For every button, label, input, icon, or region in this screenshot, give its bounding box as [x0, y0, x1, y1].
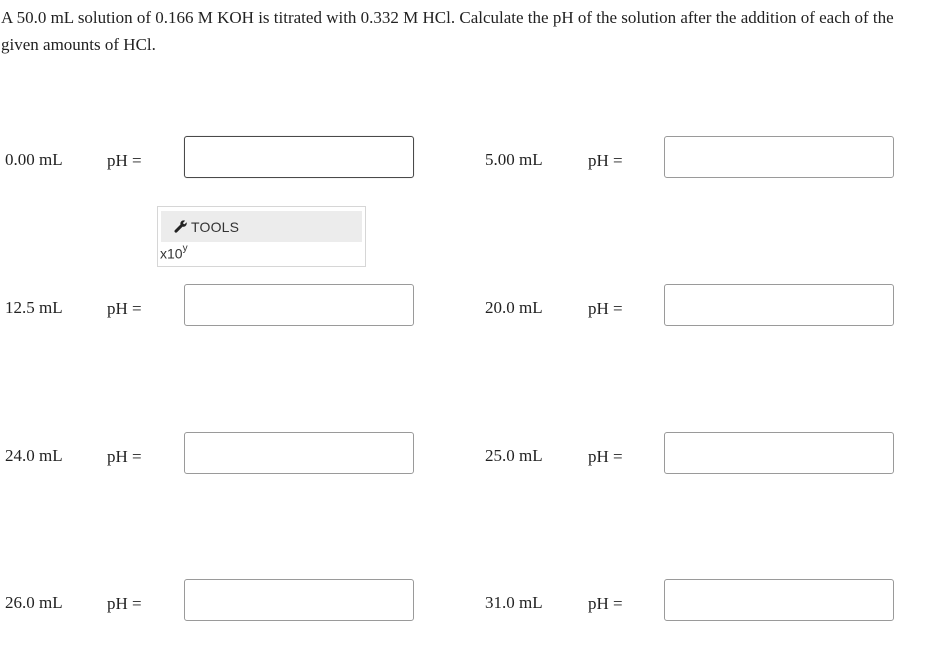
- volume-label: 24.0 mL: [5, 446, 63, 465]
- volume-label: 31.0 mL: [485, 593, 543, 612]
- ph-label: pH =: [588, 447, 623, 466]
- ph-input-24.0-ml[interactable]: [184, 432, 414, 474]
- ph-label: pH =: [588, 299, 623, 318]
- ph-input-31.0-ml[interactable]: [664, 579, 894, 621]
- tools-label: TOOLS: [191, 218, 240, 235]
- ph-input-5.00-ml[interactable]: [664, 136, 894, 178]
- volume-label: 25.0 mL: [485, 446, 543, 465]
- ph-input-0.00-ml[interactable]: [184, 136, 414, 178]
- volume-label: 0.00 mL: [5, 150, 63, 169]
- tools-button[interactable]: TOOLS: [161, 211, 362, 242]
- ph-input-12.5-ml[interactable]: [184, 284, 414, 326]
- ph-label: pH =: [107, 447, 142, 466]
- tools-panel: TOOLS x10y: [157, 206, 366, 267]
- volume-label: 26.0 mL: [5, 593, 63, 612]
- ph-label: pH =: [107, 299, 142, 318]
- ph-label: pH =: [588, 151, 623, 170]
- ph-label: pH =: [588, 594, 623, 613]
- volume-label: 12.5 mL: [5, 298, 63, 317]
- sci-notation-exponent: y: [182, 243, 188, 254]
- sci-notation-base: x10: [160, 245, 183, 262]
- ph-label: pH =: [107, 151, 142, 170]
- question-text: A 50.0 mL solution of 0.166 M KOH is tit…: [1, 8, 894, 54]
- volume-label: 20.0 mL: [485, 298, 543, 317]
- ph-label: pH =: [107, 594, 142, 613]
- ph-input-20.0-ml[interactable]: [664, 284, 894, 326]
- wrench-icon: [174, 219, 187, 233]
- scientific-notation-button[interactable]: x10y: [160, 241, 188, 264]
- ph-input-25.0-ml[interactable]: [664, 432, 894, 474]
- ph-input-26.0-ml[interactable]: [184, 579, 414, 621]
- volume-label: 5.00 mL: [485, 150, 543, 169]
